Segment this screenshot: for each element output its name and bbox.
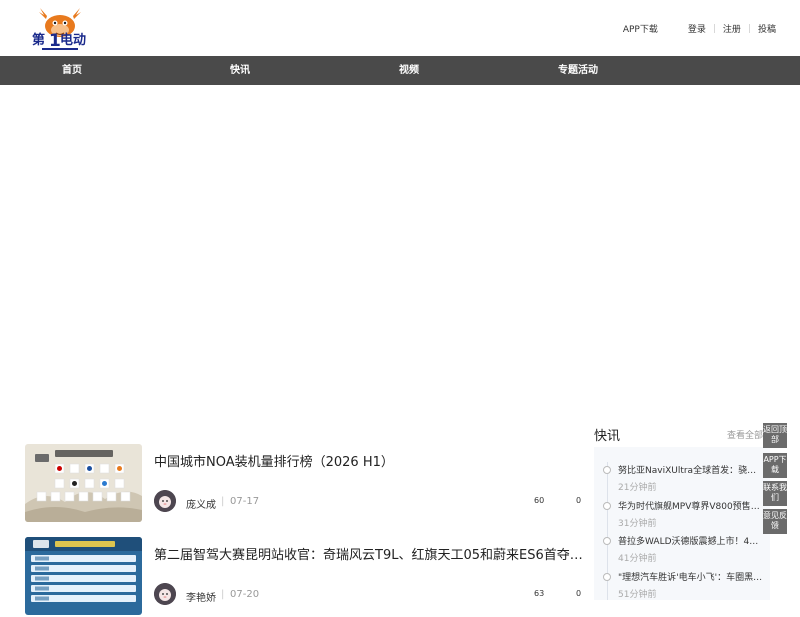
app-download-label: APP下载 bbox=[763, 455, 787, 474]
back-to-top-button[interactable]: 返回顶部 bbox=[763, 423, 787, 448]
article-views: 60 bbox=[534, 496, 545, 505]
meta-separator: | bbox=[221, 496, 225, 507]
flash-news-text[interactable]: "理想汽车胜诉'电车小飞'：车圈黑… bbox=[618, 570, 763, 583]
article-author[interactable]: 庞义成 bbox=[186, 496, 216, 511]
flash-news-time: 31分钟前 bbox=[618, 519, 657, 529]
nav-item-topics[interactable]: 专题活动 bbox=[558, 56, 598, 85]
author-avatar[interactable] bbox=[154, 583, 176, 605]
login-link[interactable]: 登录 bbox=[688, 22, 706, 35]
view-all-link[interactable]: 查看全部 bbox=[727, 428, 763, 441]
flash-news-text[interactable]: 华为时代旗舰MPV尊界V800预售2… bbox=[618, 499, 763, 512]
flash-news-time: 41分钟前 bbox=[618, 554, 657, 564]
flash-news-time: 21分钟前 bbox=[618, 483, 657, 493]
header-separator: | bbox=[747, 23, 751, 34]
timeline-dot-icon bbox=[603, 466, 611, 474]
contact-us-button[interactable]: 联系我们 bbox=[763, 481, 787, 506]
back-to-top-label: 返回顶部 bbox=[763, 425, 787, 444]
contact-us-label: 联系我们 bbox=[763, 483, 787, 502]
timeline-dot-icon bbox=[603, 502, 611, 510]
article-date: 07-20 bbox=[230, 589, 260, 600]
site-logo[interactable]: 第 1 电动 bbox=[30, 6, 110, 52]
logo-wordmark: 第 bbox=[32, 32, 45, 48]
nav-item-home[interactable]: 首页 bbox=[62, 56, 82, 85]
feedback-button[interactable]: 意见反馈 bbox=[763, 509, 787, 534]
article-thumbnail[interactable] bbox=[25, 537, 142, 615]
article-card[interactable]: 第二届智驾大赛昆明站收官：奇瑞风云T9L、红旗天工05和蔚来ES6首夺… 李艳娇… bbox=[25, 537, 585, 617]
flash-news-time: 51分钟前 bbox=[618, 590, 657, 600]
nav-item-video[interactable]: 视频 bbox=[399, 56, 419, 85]
article-thumbnail[interactable] bbox=[25, 444, 142, 522]
svg-text:电动: 电动 bbox=[60, 32, 86, 48]
app-download-link[interactable]: APP下载 bbox=[623, 22, 658, 35]
header-links: APP下载 登录 | 注册 | 投稿 bbox=[623, 22, 776, 36]
article-title[interactable]: 中国城市NOA装机量排行榜（2026 H1） bbox=[154, 451, 584, 470]
flash-news-text[interactable]: 努比亚NaviXUltra全球首发：骁龙8… bbox=[618, 463, 763, 476]
meta-separator: | bbox=[221, 589, 225, 600]
article-views: 63 bbox=[534, 589, 545, 598]
timeline-dot-icon bbox=[603, 573, 611, 581]
article-title[interactable]: 第二届智驾大赛昆明站收官：奇瑞风云T9L、红旗天工05和蔚来ES6首夺… bbox=[154, 544, 584, 563]
feedback-label: 意见反馈 bbox=[763, 511, 787, 530]
nav-item-flash[interactable]: 快讯 bbox=[230, 56, 250, 85]
main-nav: 首页 快讯 视频 专题活动 bbox=[0, 56, 800, 85]
register-link[interactable]: 注册 bbox=[723, 22, 741, 35]
article-author[interactable]: 李艳娇 bbox=[186, 589, 216, 604]
article-date: 07-17 bbox=[230, 496, 260, 507]
header-separator: | bbox=[712, 23, 716, 34]
submit-article-link[interactable]: 投稿 bbox=[758, 22, 776, 35]
article-comments: 0 bbox=[576, 496, 582, 505]
author-avatar[interactable] bbox=[154, 490, 176, 512]
app-download-button[interactable]: APP下载 bbox=[763, 453, 787, 478]
article-comments: 0 bbox=[576, 589, 582, 598]
article-card[interactable]: 中国城市NOA装机量排行榜（2026 H1） 庞义成 | 07-17 60 0 bbox=[25, 444, 585, 524]
flash-news-text[interactable]: 普拉多WALD沃德版震撼上市！44.… bbox=[618, 534, 763, 547]
timeline-dot-icon bbox=[603, 537, 611, 545]
flash-news-title: 快讯 bbox=[594, 429, 621, 444]
site-header: 第 1 电动 APP下载 登录 | 注册 | 投稿 bbox=[0, 0, 800, 56]
